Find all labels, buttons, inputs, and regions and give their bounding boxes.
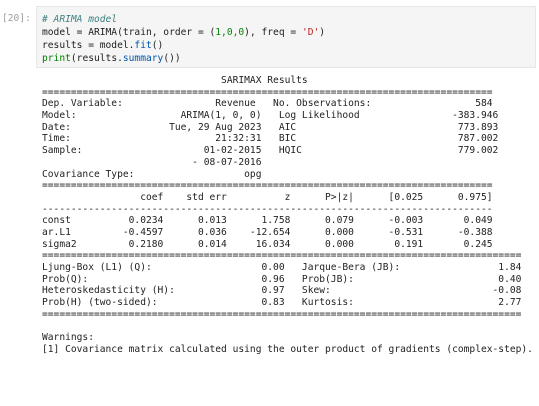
output-line: ar.L1 -0.4597 0.036 -12.654 0.000 -0.531… [42, 226, 493, 238]
output-line: coef std err z P>|z| [0.025 0.975] [42, 191, 493, 203]
output-line: Sample: 01-02-2015 HQIC 779.002 [42, 145, 499, 157]
output-line: const 0.0234 0.013 1.758 0.079 -0.003 0.… [42, 215, 493, 227]
output-line: ----------------------------------------… [42, 203, 493, 215]
output-line: Covariance Type: opg [42, 168, 499, 180]
output-line: Model: ARIMA(1, 0, 0) Log Likelihood -38… [42, 110, 499, 122]
code-editor[interactable]: # ARIMA model model = ARIMA(train, order… [42, 13, 325, 65]
output-line: ========================================… [42, 86, 493, 98]
code-line-3: results = model.fit() [42, 40, 164, 51]
output-line: Prob(H) (two-sided): 0.83 Kurtosis: 2.77 [42, 297, 522, 309]
code-line-2: model = ARIMA(train, order = (1,0,0), fr… [42, 27, 326, 38]
output-line: SARIMAX Results [42, 75, 493, 86]
output-line: Ljung-Box (L1) (Q): 0.00 Jarque-Bera (JB… [42, 262, 522, 273]
output-line: sigma2 0.2180 0.014 16.034 0.000 0.191 0… [42, 238, 493, 250]
output-line: Prob(Q): 0.96 Prob(JB): 0.40 [42, 273, 522, 285]
cell-prompt: [20]: [2, 13, 31, 24]
output-line: Dep. Variable: Revenue No. Observations:… [42, 98, 493, 110]
output-line: ========================================… [42, 308, 522, 320]
code-comment: # ARIMA model [42, 14, 118, 25]
output-line: Warnings: [42, 332, 94, 344]
output-line: ========================================… [42, 250, 522, 262]
output-line: ========================================… [42, 180, 493, 192]
cell-output: SARIMAX Results ========================… [42, 75, 533, 356]
output-line: Heteroskedasticity (H): 0.97 Skew: -0.08 [42, 285, 522, 297]
output-line: Date: Tue, 29 Aug 2023 AIC 773.893 [42, 121, 499, 133]
output-line: [1] Covariance matrix calculated using t… [42, 343, 533, 355]
output-line: Time: 21:32:31 BIC 787.002 [42, 133, 499, 145]
code-line-4: print(results.summary()) [42, 53, 181, 64]
code-input-cell[interactable]: # ARIMA model model = ARIMA(train, order… [36, 6, 536, 68]
output-line: - 08-07-2016 [42, 156, 499, 168]
